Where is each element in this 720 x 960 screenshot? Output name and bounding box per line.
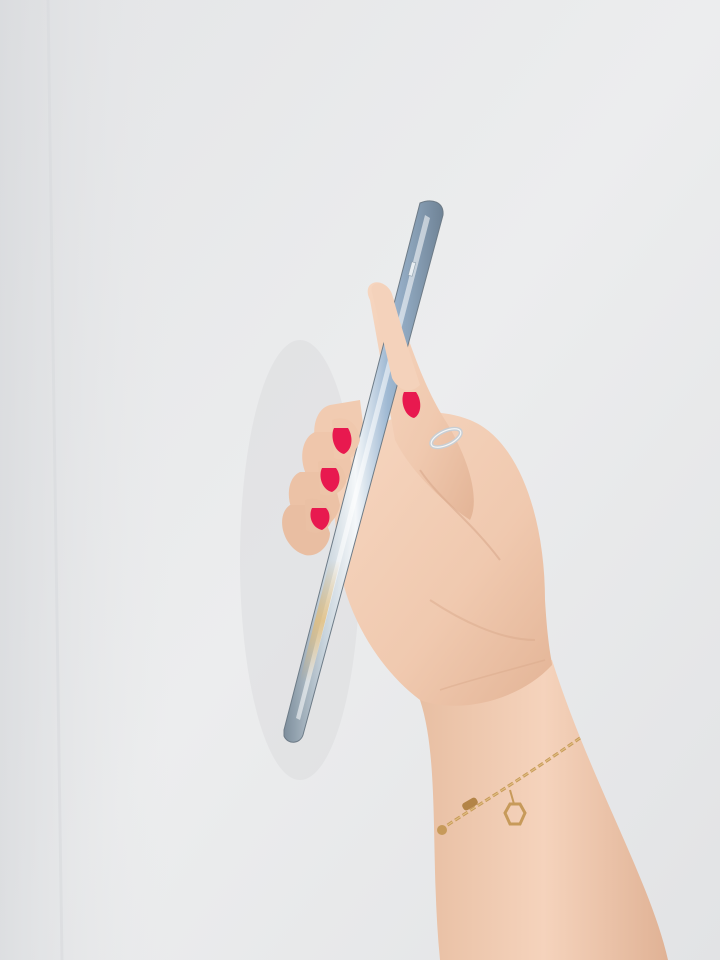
photo-illustration: [0, 0, 720, 960]
bracelet-clasp: [437, 825, 447, 835]
photo-scene: [0, 0, 720, 960]
